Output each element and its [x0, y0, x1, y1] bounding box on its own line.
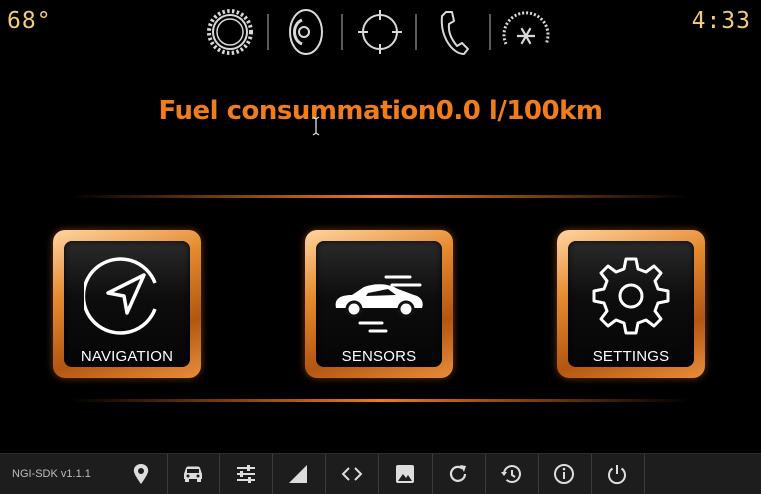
glow-divider [70, 195, 690, 198]
car-icon [184, 466, 202, 482]
info-icon [554, 464, 574, 484]
refresh-icon [449, 465, 467, 482]
tile-face: SETTINGS [568, 241, 694, 367]
power-button[interactable] [591, 454, 643, 494]
divider [489, 14, 491, 50]
temperature-readout: 68° [7, 8, 52, 34]
settings-label: SETTINGS [592, 348, 670, 365]
sensors-label: SENSORS [341, 348, 417, 365]
gear-icon [592, 257, 670, 335]
tile-face: SENSORS [316, 241, 442, 367]
sensors-tile[interactable]: SENSORS [305, 230, 453, 378]
signal-button[interactable] [272, 454, 324, 494]
speaker-icon[interactable] [280, 6, 332, 58]
image-icon [396, 465, 414, 483]
fuel-label: Fuel consummation [158, 96, 437, 126]
divider [644, 454, 645, 494]
power-icon [608, 465, 626, 485]
clock: 4:33 [691, 8, 751, 34]
navigation-tile[interactable]: NAVIGATION [53, 230, 201, 378]
navigation-arrow-icon [84, 257, 157, 335]
location-pin-icon [133, 464, 149, 484]
settings-tile[interactable]: SETTINGS [557, 230, 705, 378]
text-cursor-icon [312, 116, 320, 136]
signal-icon [289, 465, 307, 483]
equalizer-button[interactable] [220, 454, 272, 494]
glow-divider [70, 399, 690, 402]
image-button[interactable] [379, 454, 431, 494]
history-button[interactable] [485, 454, 537, 494]
phone-icon[interactable] [428, 6, 480, 58]
refresh-button[interactable] [432, 454, 484, 494]
fuel-consumption-readout: Fuel consummation0.0 l/100km [0, 96, 761, 126]
gear-icon[interactable] [204, 6, 256, 58]
car-button[interactable] [167, 454, 219, 494]
tile-face: NAVIGATION [64, 241, 190, 367]
divider [267, 14, 269, 50]
bottom-bar: NGI-SDK v1.1.1 [0, 453, 761, 494]
crosshair-icon[interactable] [354, 6, 406, 58]
navigation-label: NAVIGATION [80, 348, 174, 365]
climate-fan-icon[interactable] [500, 6, 552, 58]
divider [415, 14, 417, 50]
code-button[interactable] [326, 454, 378, 494]
equalizer-icon [237, 465, 255, 483]
location-button[interactable] [115, 454, 167, 494]
car-icon [335, 275, 423, 333]
divider [341, 14, 343, 50]
sdk-version: NGI-SDK v1.1.1 [12, 468, 91, 480]
history-icon [501, 465, 521, 483]
code-icon [341, 467, 363, 481]
fuel-value: 0.0 l/100km [435, 96, 603, 126]
info-button[interactable] [538, 454, 590, 494]
